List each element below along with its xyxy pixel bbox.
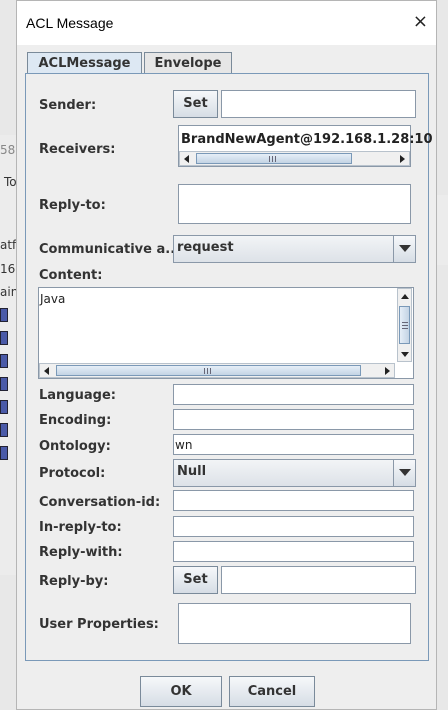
language-label: Language: [39,388,116,403]
scroll-right-icon[interactable] [395,152,409,165]
communicative-act-label: Communicative a... [39,242,181,257]
content-text: Java [40,292,66,306]
background-window-right [436,195,448,265]
encoding-label: Encoding: [39,413,112,428]
protocol-label: Protocol: [39,466,106,481]
aclmessage-panel: Sender: Set Receivers: BrandNewAgent@192… [25,73,433,661]
sender-field[interactable] [221,90,416,118]
conversation-id-field[interactable] [173,490,414,511]
scroll-up-icon[interactable] [398,289,411,303]
background-agent-icon [0,331,8,345]
reply-by-set-button[interactable]: Set [173,566,218,594]
conversation-id-label: Conversation-id: [39,495,161,510]
communicative-act-value: request [177,240,234,255]
background-agent-icon [0,377,8,391]
sender-set-button[interactable]: Set [173,90,218,118]
close-icon[interactable]: × [413,11,428,32]
user-properties-label: User Properties: [39,617,159,632]
content-hscrollbar[interactable] [39,363,395,378]
background-agent-icon [0,400,8,414]
reply-to-label: Reply-to: [39,198,106,213]
tab-aclmessage[interactable]: ACLMessage [27,52,142,75]
user-properties-list[interactable] [178,603,411,644]
content-hscroll-thumb[interactable] [56,365,361,376]
cancel-button[interactable]: Cancel [229,676,315,707]
language-field[interactable] [173,384,414,405]
receivers-label: Receivers: [39,142,116,157]
background-text: To [4,175,17,189]
scroll-left-icon[interactable] [40,364,54,377]
scroll-down-icon[interactable] [398,347,411,361]
ok-button[interactable]: OK [140,676,222,707]
receiver-entry[interactable]: BrandNewAgent@192.168.1.28:10 [181,132,433,147]
sender-label: Sender: [39,98,97,113]
reply-with-field[interactable] [173,541,414,562]
acl-message-dialog: ACL Message × ACLMessage Envelope Sender… [16,0,437,710]
ontology-label: Ontology: [39,439,111,454]
receivers-scroll-thumb[interactable] [196,153,352,164]
content-vscrollbar[interactable] [397,288,412,362]
in-reply-to-label: In-reply-to: [39,520,122,535]
in-reply-to-field[interactable] [173,516,414,537]
content-vscroll-thumb[interactable] [399,306,410,344]
chevron-down-icon[interactable] [393,236,415,262]
ontology-value: wn [175,438,193,452]
background-agent-icon [0,423,8,437]
content-label: Content: [39,268,103,283]
tab-envelope[interactable]: Envelope [144,52,232,74]
reply-to-list[interactable] [178,184,411,224]
background-agent-icon [0,354,8,368]
protocol-select[interactable]: Null [173,459,416,487]
reply-by-label: Reply-by: [39,574,109,589]
dialog-title: ACL Message [26,15,114,31]
reply-by-field[interactable] [221,566,416,594]
receivers-hscrollbar[interactable] [179,151,410,166]
background-agent-icon [0,446,8,460]
ontology-field[interactable]: wn [173,434,414,455]
communicative-act-select[interactable]: request [173,235,416,263]
scroll-left-icon[interactable] [180,152,194,165]
receivers-list[interactable]: BrandNewAgent@192.168.1.28:10 [178,125,433,167]
scroll-right-icon[interactable] [380,364,394,377]
reply-with-label: Reply-with: [39,545,123,560]
background-agent-icon [0,308,8,322]
chevron-down-icon[interactable] [393,460,415,486]
background-text: 16 [0,262,16,276]
content-textarea[interactable]: Java [38,287,414,379]
protocol-value: Null [177,464,207,479]
title-bar: ACL Message × [17,1,436,45]
encoding-field[interactable] [173,409,414,430]
